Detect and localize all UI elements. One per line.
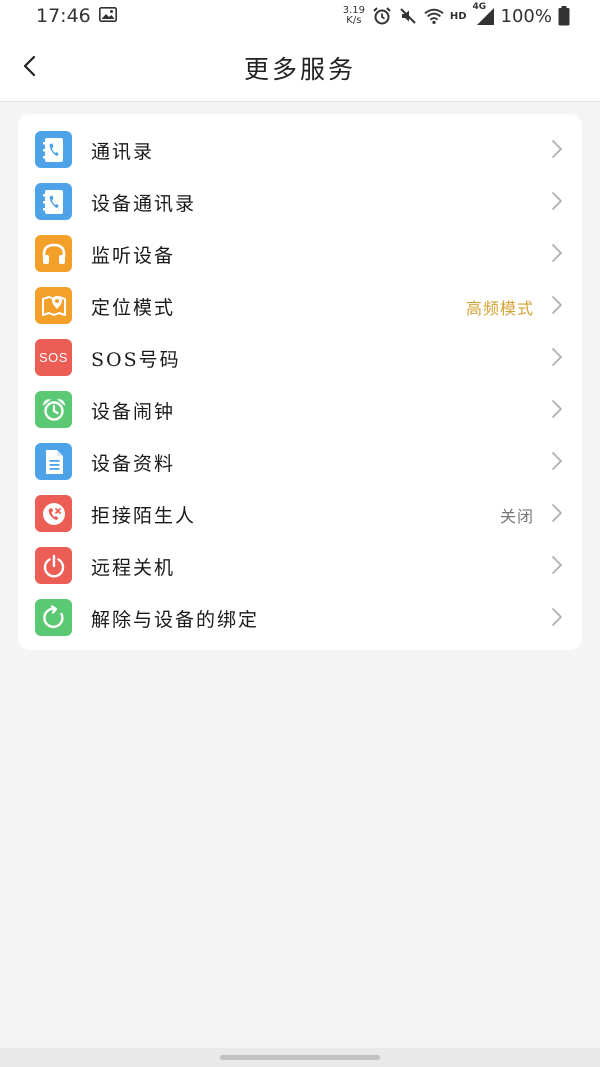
menu-item-device-info[interactable]: 设备资料 (18, 429, 582, 481)
battery-icon (558, 6, 570, 26)
app-header: 更多服务 (0, 32, 600, 102)
menu-item-label: 通讯录 (91, 141, 155, 163)
status-icons: 3.19 K/s HD 4G 100% (342, 2, 570, 28)
menu-item-location-mode[interactable]: 定位模式 高频模式 (18, 273, 582, 325)
menu-item-reject-strangers[interactable]: 拒接陌生人 关闭 (18, 481, 582, 533)
menu-item-contacts[interactable]: 通讯录 (18, 117, 582, 169)
mute-icon (400, 8, 416, 24)
menu-item-label: 拒接陌生人 (91, 505, 197, 527)
headphones-icon (35, 235, 72, 272)
net-speed-unit: K/s (346, 15, 362, 26)
sos-icon-text: SOS (39, 350, 68, 365)
net-speed: 3.19 K/s (342, 6, 366, 26)
menu-item-label: 设备通讯录 (91, 193, 197, 215)
chevron-right-icon (552, 244, 562, 262)
menu-item-label: 定位模式 (91, 297, 176, 319)
status-time: 17:46 (36, 5, 91, 27)
menu-item-sos-number[interactable]: SOS SOS号码 (18, 325, 582, 377)
contacts-icon (35, 131, 72, 168)
gallery-icon (99, 7, 117, 22)
chevron-right-icon (552, 504, 562, 522)
reject-strangers-value: 关闭 (499, 507, 534, 526)
unbind-icon (35, 599, 72, 636)
status-bar: 17:46 3.19 K/s HD 4G 100% (0, 0, 600, 32)
cell-signal: 4G (473, 2, 495, 26)
menu-item-label: 解除与设备的绑定 (91, 609, 260, 631)
alarm-clock-icon (35, 391, 72, 428)
menu-item-remote-shutdown[interactable]: 远程关机 (18, 533, 582, 585)
battery-percent: 100% (500, 5, 552, 27)
menu-item-label: 设备资料 (91, 453, 176, 475)
alarm-icon (373, 7, 391, 25)
sos-icon: SOS (35, 339, 72, 376)
document-icon (35, 443, 72, 480)
menu-item-label: 远程关机 (91, 557, 176, 579)
power-icon (35, 547, 72, 584)
menu-item-label: SOS号码 (91, 349, 181, 371)
page-title: 更多服务 (243, 55, 356, 84)
location-mode-value: 高频模式 (465, 299, 534, 318)
chevron-right-icon (552, 140, 562, 158)
hd-label: HD (449, 10, 467, 22)
signal-bars-icon (476, 8, 494, 25)
chevron-right-icon (552, 400, 562, 418)
chevron-right-icon (552, 348, 562, 366)
menu-item-label: 设备闹钟 (91, 401, 176, 423)
chevron-right-icon (552, 556, 562, 574)
menu-item-device-alarm[interactable]: 设备闹钟 (18, 377, 582, 429)
services-list: 通讯录 设备通讯录 监听设备 定位模式 高频模式 SOS SOS号码 设备闹钟 … (18, 114, 582, 650)
home-indicator[interactable] (220, 1055, 380, 1060)
menu-item-label: 监听设备 (91, 245, 176, 267)
reject-call-icon (35, 495, 72, 532)
device-contacts-icon (35, 183, 72, 220)
chevron-right-icon (552, 296, 562, 314)
chevron-right-icon (552, 192, 562, 210)
wifi-icon (424, 8, 444, 24)
chevron-right-icon (552, 608, 562, 626)
chevron-right-icon (552, 452, 562, 470)
menu-item-monitor-device[interactable]: 监听设备 (18, 221, 582, 273)
map-pin-icon (35, 287, 72, 324)
menu-item-unbind-device[interactable]: 解除与设备的绑定 (18, 585, 582, 637)
menu-item-device-contacts[interactable]: 设备通讯录 (18, 169, 582, 221)
